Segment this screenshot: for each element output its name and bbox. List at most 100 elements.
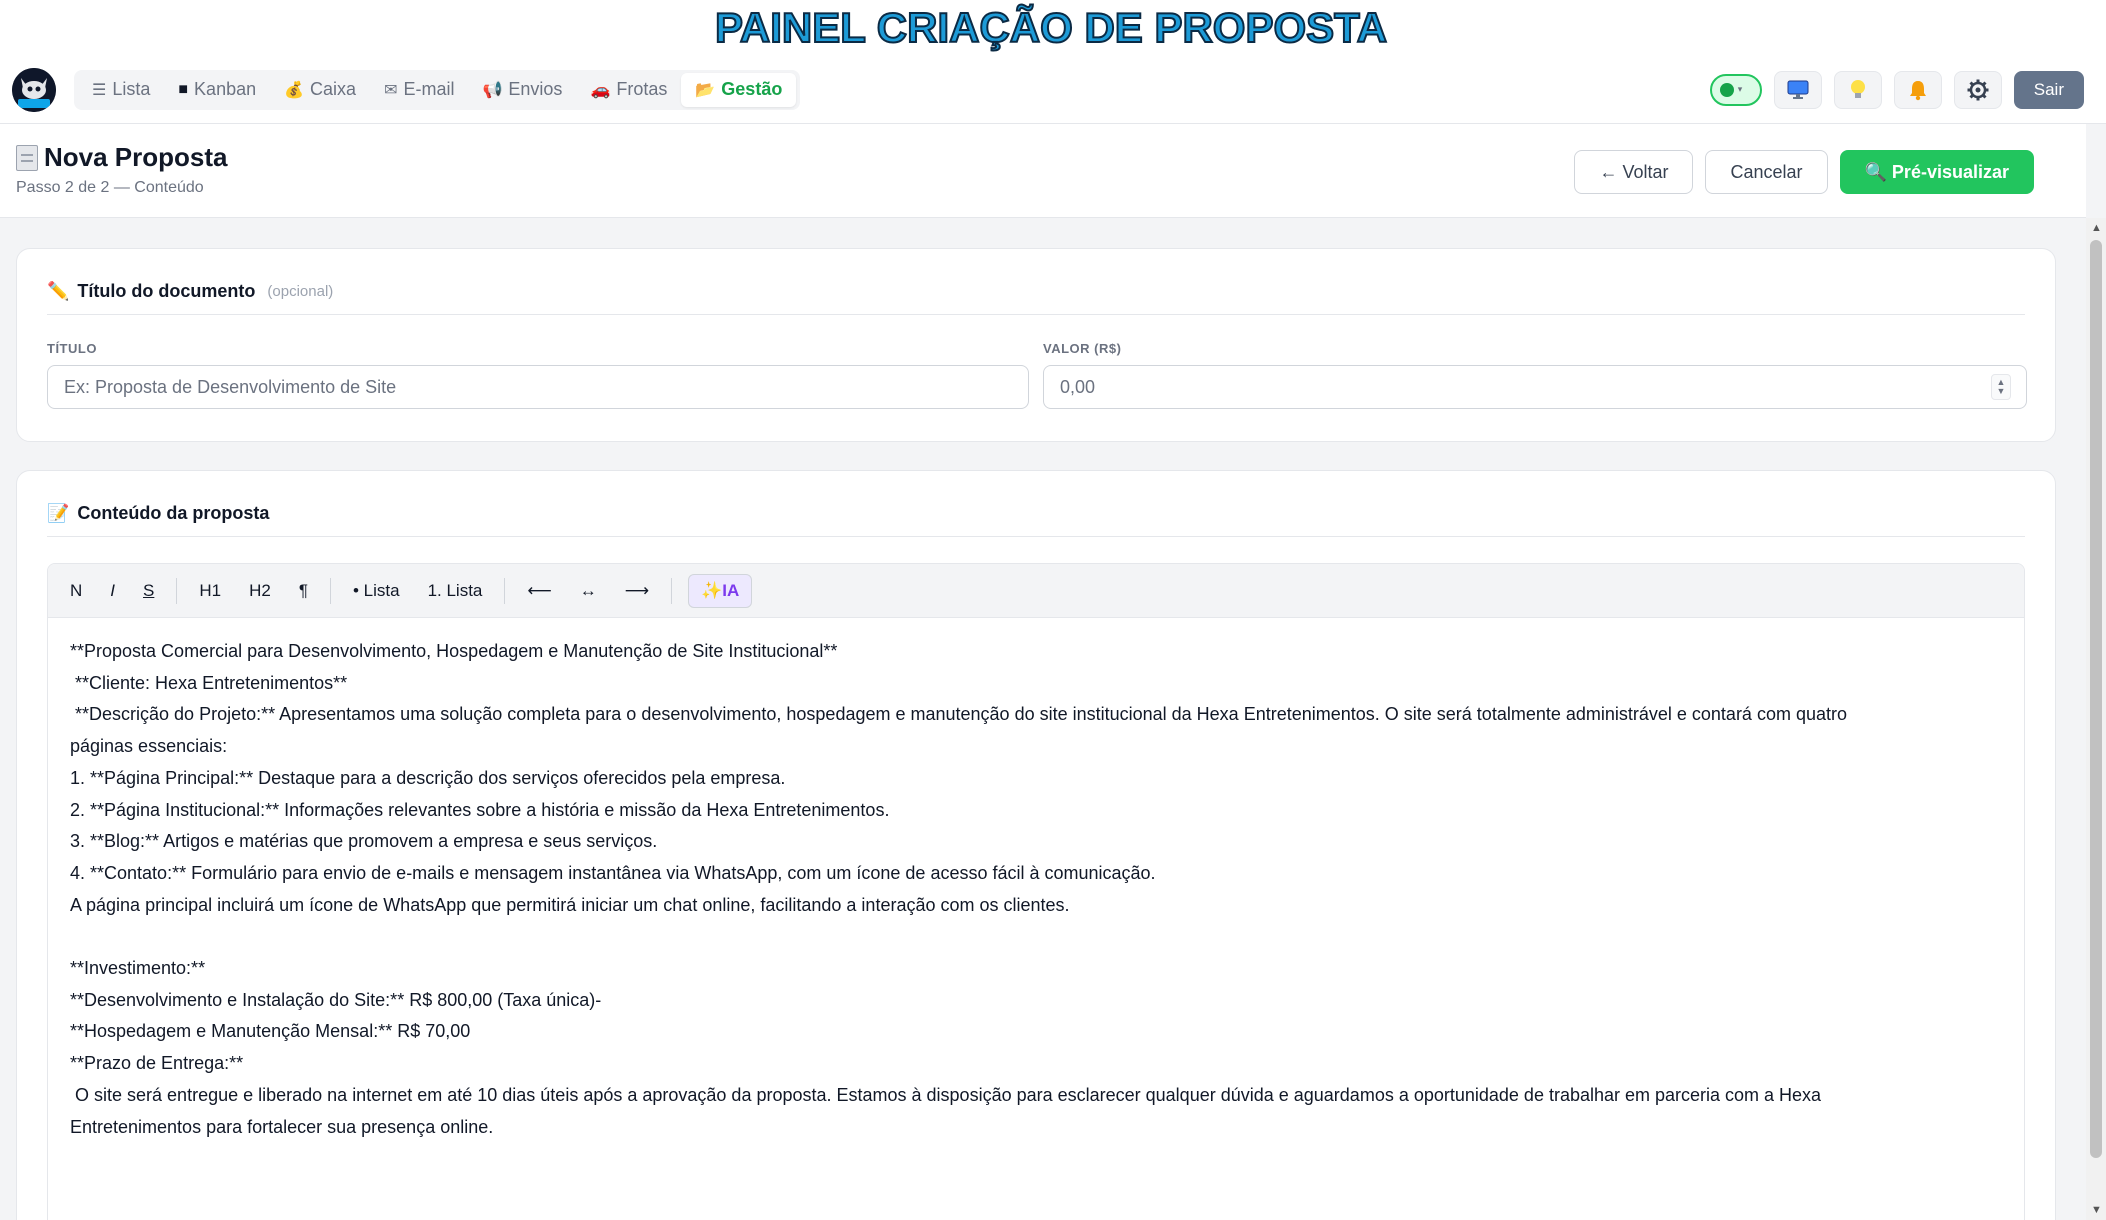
folder-icon: 📂 xyxy=(695,81,716,99)
status-toggle[interactable]: ▾ xyxy=(1709,73,1762,106)
editor-line: **Investimento:** xyxy=(70,958,206,979)
card-title: Título do documento xyxy=(77,281,256,301)
align-center-button[interactable]: ↔ xyxy=(568,574,609,608)
back-button[interactable]: ← Voltar xyxy=(1574,150,1694,194)
monitor-button[interactable] xyxy=(1773,70,1822,109)
tab-envios[interactable]: 📢 Envios xyxy=(468,73,576,107)
page-title: Nova Proposta xyxy=(16,142,228,173)
online-status-icon xyxy=(1719,82,1734,97)
tab-label: Caixa xyxy=(310,79,357,99)
toolbar-divider xyxy=(504,577,506,604)
document-title-card: ✏️ Título do documento (opcional) TÍTULO… xyxy=(16,248,2056,442)
tab-kanban[interactable]: ■ Kanban xyxy=(164,73,270,107)
editor-line: páginas essenciais: xyxy=(70,736,228,757)
editor-line: 3. **Blog:** Artigos e matérias que prom… xyxy=(70,831,658,852)
banner-title: PAINEL CRIAÇÃO DE PROPOSTA xyxy=(714,3,1388,52)
editor-line: **Descrição do Projeto:** Apresentamos u… xyxy=(70,704,1847,725)
bullet-list-button[interactable]: • Lista xyxy=(341,574,412,608)
editor-line: 4. **Contato:** Formulário para envio de… xyxy=(70,862,1156,883)
content-card: 📝 Conteúdo da proposta N I S H1 H2 ¶ • L… xyxy=(16,470,2056,1220)
rich-text-editor: N I S H1 H2 ¶ • Lista 1. Lista ⟵ ↔ ⟶ ✨IA… xyxy=(47,563,2025,1220)
car-icon: 🚗 xyxy=(590,81,611,99)
lightbulb-icon xyxy=(1850,79,1865,98)
card-header: 📝 Conteúdo da proposta xyxy=(47,501,2025,537)
settings-button[interactable] xyxy=(1953,70,2002,109)
gear-icon xyxy=(1967,79,1989,100)
bell-icon xyxy=(1909,80,1926,100)
editor-line: **Desenvolvimento e Instalação do Site:*… xyxy=(70,989,602,1010)
bold-button[interactable]: N xyxy=(58,574,94,608)
tab-label: Envios xyxy=(508,79,563,99)
main-content: ✏️ Título do documento (opcional) TÍTULO… xyxy=(0,218,2086,1220)
heading2-button[interactable]: H2 xyxy=(237,574,283,608)
toolbar-divider xyxy=(176,577,178,604)
main-nav-tabs: ☰ Lista ■ Kanban 💰 Caixa ✉ E-mail 📢 Envi… xyxy=(74,69,801,110)
document-icon xyxy=(16,144,38,171)
scroll-up-icon[interactable]: ▲ xyxy=(2091,222,2102,234)
ordered-list-button[interactable]: 1. Lista xyxy=(416,574,495,608)
editor-line: 2. **Página Institucional:** Informações… xyxy=(70,799,890,820)
number-spinner[interactable]: ▲ ▼ xyxy=(1991,374,2011,400)
cat-logo-icon xyxy=(12,67,56,112)
toolbar-divider xyxy=(329,577,331,604)
chevron-down-icon: ▼ xyxy=(1996,386,2006,396)
page-subtitle: Passo 2 de 2 — Conteúdo xyxy=(16,179,204,196)
tab-label: Kanban xyxy=(194,79,257,99)
megaphone-icon: 📢 xyxy=(482,81,503,99)
nav-right-actions: ▾ Sair xyxy=(1709,70,2084,109)
align-right-button[interactable]: ⟶ xyxy=(613,574,661,608)
editor-line: A página principal incluirá um ícone de … xyxy=(70,894,1070,915)
scroll-thumb[interactable] xyxy=(2090,240,2102,1158)
tab-gestao[interactable]: 📂 Gestão xyxy=(681,72,797,107)
page-title-text: Nova Proposta xyxy=(44,142,228,172)
logout-button[interactable]: Sair xyxy=(2013,70,2084,109)
header-actions: ← Voltar Cancelar 🔍 Pré-visualizar xyxy=(1574,150,2034,194)
align-left-button[interactable]: ⟵ xyxy=(515,574,563,608)
scroll-down-icon[interactable]: ▼ xyxy=(2091,1204,2102,1216)
banner: PAINEL CRIAÇÃO DE PROPOSTA xyxy=(0,0,2106,56)
editor-line: 1. **Página Principal:** Destaque para a… xyxy=(70,767,786,788)
card-title: Conteúdo da proposta xyxy=(77,503,270,523)
strikethrough-button[interactable]: S xyxy=(131,574,166,608)
notifications-button[interactable] xyxy=(1893,70,1942,109)
chevron-down-icon: ▾ xyxy=(1737,84,1743,94)
optional-hint: (opcional) xyxy=(267,283,334,300)
preview-button[interactable]: 🔍 Pré-visualizar xyxy=(1839,150,2034,194)
title-input[interactable] xyxy=(47,365,1029,409)
editor-line: **Prazo de Entrega:** xyxy=(70,1053,244,1074)
envelope-icon: ✉ xyxy=(384,81,398,99)
cancel-button[interactable]: Cancelar xyxy=(1705,150,1828,194)
page-scrollbar[interactable]: ▲ ▼ xyxy=(2086,218,2106,1220)
tab-label: Gestão xyxy=(721,79,783,99)
list-icon: ☰ xyxy=(92,81,107,99)
editor-line: **Hospedagem e Manutenção Mensal:** R$ 7… xyxy=(70,1021,471,1042)
tab-caixa[interactable]: 💰 Caixa xyxy=(270,73,370,107)
value-field-wrap: ▲ ▼ xyxy=(1043,365,2027,409)
title-field-label: TÍTULO xyxy=(47,341,97,356)
page-title-block: Nova Proposta Passo 2 de 2 — Conteúdo xyxy=(16,142,228,197)
top-navbar: ☰ Lista ■ Kanban 💰 Caixa ✉ E-mail 📢 Envi… xyxy=(0,56,2106,124)
editor-line: **Proposta Comercial para Desenvolviment… xyxy=(70,641,838,661)
tab-lista[interactable]: ☰ Lista xyxy=(78,73,164,107)
pencil-icon: ✏️ xyxy=(47,281,70,301)
logo[interactable] xyxy=(12,67,56,112)
card-header: ✏️ Título do documento (opcional) xyxy=(47,279,2025,315)
money-bag-icon: 💰 xyxy=(284,81,305,99)
editor-line: **Cliente: Hexa Entretenimentos** xyxy=(70,672,348,693)
memo-icon: 📝 xyxy=(47,503,70,523)
editor-line: O site será entregue e liberado na inter… xyxy=(70,1084,1822,1105)
tab-email[interactable]: ✉ E-mail xyxy=(370,73,468,107)
tips-button[interactable] xyxy=(1833,70,1882,109)
italic-button[interactable]: I xyxy=(98,574,127,608)
ai-assist-button[interactable]: ✨IA xyxy=(688,573,753,608)
value-input[interactable] xyxy=(1043,365,2027,409)
paragraph-button[interactable]: ¶ xyxy=(287,574,320,608)
kanban-icon: ■ xyxy=(178,80,189,98)
heading1-button[interactable]: H1 xyxy=(187,574,233,608)
editor-content[interactable]: **Proposta Comercial para Desenvolviment… xyxy=(48,618,2024,1161)
page-header: Nova Proposta Passo 2 de 2 — Conteúdo ← … xyxy=(0,124,2086,218)
tab-frotas[interactable]: 🚗 Frotas xyxy=(576,73,681,107)
tab-label: Lista xyxy=(112,79,151,99)
tab-label: E-mail xyxy=(403,79,455,99)
